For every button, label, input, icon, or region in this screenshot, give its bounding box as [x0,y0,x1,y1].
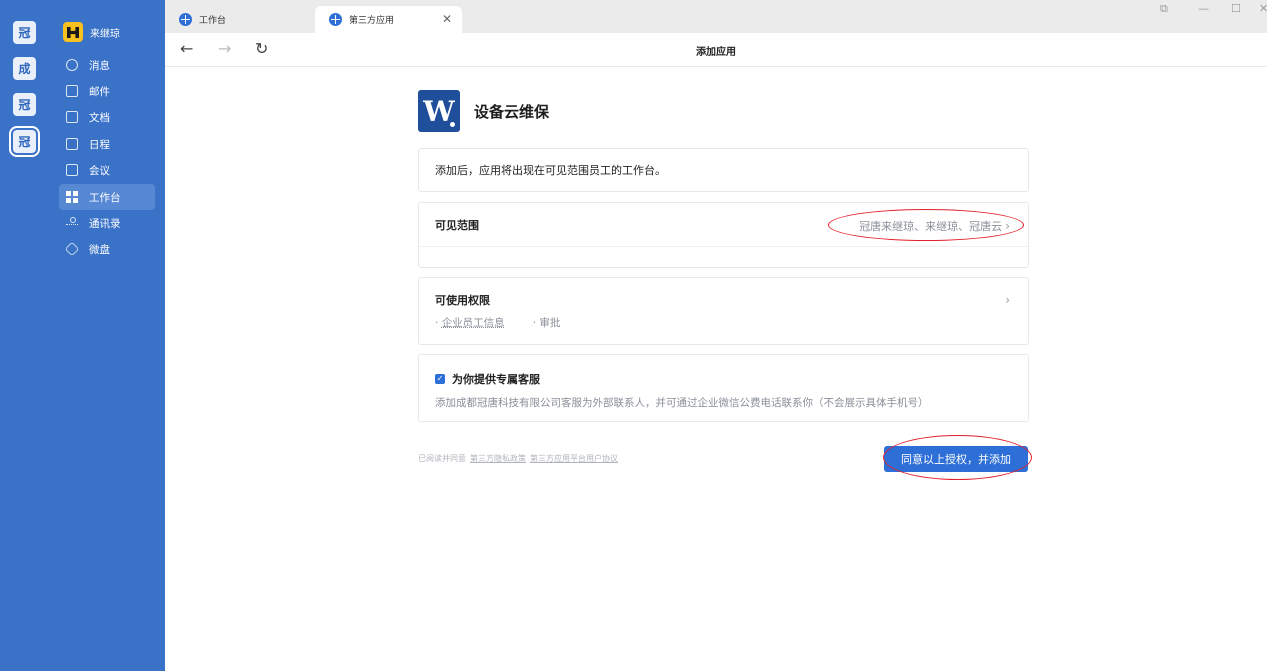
chevron-right-icon: › [1005,219,1010,233]
permissions-title: 可使用权限 [435,294,490,307]
visibility-scope-row[interactable]: 可见范围 冠唐来继琼、来继琼、冠唐云 › [419,203,1028,247]
tab-bar: 工作台 第三方应用 ✕ ⧉ — ☐ ✕ [165,0,1267,33]
user-profile[interactable]: 来继琼 [63,20,120,44]
permission-item: · 审批 [532,317,561,329]
tab-workbench[interactable]: 工作台 [165,6,315,33]
visibility-scope-card: 可见范围 冠唐来继琼、来继琼、冠唐云 › [418,202,1029,268]
page-title: 添加应用 [696,47,736,58]
app-logo: W [418,90,460,132]
sidebar-item-meetings[interactable]: 会议 [59,157,155,183]
sidebar-item-label: 消息 [89,59,110,72]
tab-label: 工作台 [199,16,227,26]
sidebar-item-calendar[interactable]: 日程 [59,131,155,157]
sidebar-item-docs[interactable]: 文档 [59,104,155,130]
sidebar-item-workbench[interactable]: 工作台 [59,184,155,210]
add-app-panel: W 设备云维保 添加后，应用将出现在可见范围员工的工作台。 可见范围 冠唐来继琼… [418,88,1029,472]
sidebar-item-label: 会议 [89,164,110,177]
close-icon[interactable]: ✕ [442,12,452,26]
pin-window-icon[interactable]: ⧉ [1160,2,1168,16]
minimize-icon[interactable]: — [1198,2,1209,15]
org-avatar-2[interactable]: 成 [13,57,36,80]
sidebar-item-label: 工作台 [89,191,121,204]
workbench-tab-icon [179,13,192,26]
sidebar-item-label: 通讯录 [89,217,121,230]
dedicated-service-card: ✓ 为你提供专属客服 添加成都冠唐科技有限公司客服为外部联系人，并可通过企业微信… [418,354,1029,422]
agree-and-add-button[interactable]: 同意以上授权，并添加 [884,446,1028,472]
sidebar-item-drive[interactable]: 微盘 [59,236,155,262]
agreement-text: 已阅读并同意 第三方隐私政策 第三方应用平台用户协议 [418,454,618,463]
app-name: 设备云维保 [474,102,550,121]
service-checkbox[interactable]: ✓ [435,374,445,384]
notice-card: 添加后，应用将出现在可见范围员工的工作台。 [418,148,1029,192]
permission-item: · 企业员工信息 [435,317,505,329]
tab-label: 第三方应用 [349,16,395,26]
sidebar-item-label: 邮件 [89,85,110,98]
tab-third-party-apps[interactable]: 第三方应用 ✕ [315,6,462,33]
sidebar-item-messages[interactable]: 消息 [59,52,155,78]
drive-icon [64,241,80,257]
user-name: 来继琼 [90,28,120,40]
privacy-policy-link[interactable]: 第三方隐私政策 [470,454,526,463]
sidebar-item-label: 文档 [89,111,110,124]
mail-icon [66,85,78,97]
sidebar-item-mail[interactable]: 邮件 [59,78,155,104]
scope-value: 冠唐来继琼、来继琼、冠唐云 [859,220,1003,233]
workbench-icon [66,191,78,203]
apps-tab-icon [329,13,342,26]
sidebar-item-label: 日程 [89,138,110,151]
permissions-card[interactable]: 可使用权限 › · 企业员工信息 · 审批 [418,277,1029,345]
org-avatar-current[interactable]: 冠 [9,126,40,157]
scope-title: 可见范围 [435,218,479,232]
service-title: 为你提供专属客服 [452,373,540,386]
app-header: W 设备云维保 [418,88,1029,134]
window-close-icon[interactable]: ✕ [1259,2,1267,15]
contacts-icon [66,217,78,229]
sidebar: 来继琼 消息 邮件 文档 日程 会议 工作台 通讯录 微盘 [50,0,165,671]
calendar-icon [66,138,78,150]
maximize-icon[interactable]: ☐ [1231,2,1241,15]
navigation-bar: ← → ↻ 添加应用 [165,33,1267,67]
meeting-icon [66,164,78,176]
avatar [63,22,83,42]
message-icon [66,59,78,71]
service-description: 添加成都冠唐科技有限公司客服为外部联系人，并可通过企业微信公费电话联系你（不会展… [435,397,929,409]
org-rail: 冠 成 冠 冠 [0,0,50,671]
sidebar-item-label: 微盘 [89,243,110,256]
notice-text: 添加后，应用将出现在可见范围员工的工作台。 [435,164,666,177]
user-agreement-link[interactable]: 第三方应用平台用户协议 [530,454,618,463]
chevron-right-icon: › [1005,293,1010,307]
org-avatar-1[interactable]: 冠 [13,21,36,44]
org-avatar-3[interactable]: 冠 [13,93,36,116]
sidebar-item-contacts[interactable]: 通讯录 [59,210,155,236]
document-icon [66,111,78,123]
